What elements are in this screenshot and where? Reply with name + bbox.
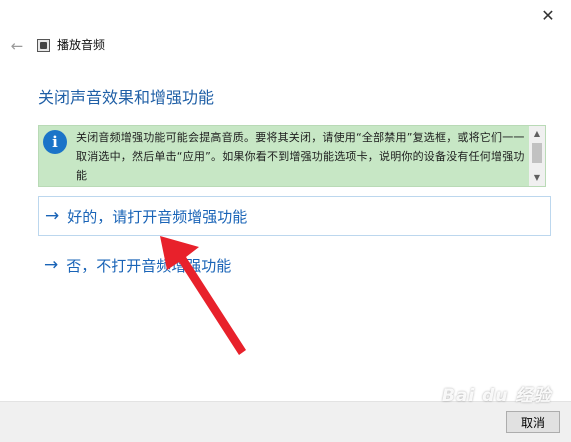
close-icon: ✕ xyxy=(541,5,555,25)
footer-bar: 取消 xyxy=(0,401,571,442)
option-label: 好的，请打开音频增强功能 xyxy=(67,207,248,226)
cancel-button[interactable]: 取消 xyxy=(506,411,560,433)
close-button[interactable]: ✕ xyxy=(525,0,571,30)
arrow-right-icon: → xyxy=(45,206,60,226)
option-enable-enhancements[interactable]: → 好的，请打开音频增强功能 xyxy=(38,196,551,236)
arrow-right-icon: → xyxy=(44,255,59,275)
page-heading: 关闭声音效果和增强功能 xyxy=(38,88,215,107)
audio-troubleshooter-icon xyxy=(37,39,50,52)
info-text: 关闭音频增强功能可能会提高音质。要将其关闭，请使用“全部禁用”复选框，或将它们一… xyxy=(76,131,525,182)
scroll-down-icon[interactable]: ▼ xyxy=(529,171,545,185)
scroll-thumb[interactable] xyxy=(532,143,542,163)
info-panel: i 关闭音频增强功能可能会提高音质。要将其关闭，请使用“全部禁用”复选框，或将它… xyxy=(38,125,546,187)
option-label: 否，不打开音频增强功能 xyxy=(66,256,232,275)
back-arrow-icon: ← xyxy=(10,37,24,55)
info-scrollbar[interactable]: ▲ ▼ xyxy=(529,126,545,186)
scroll-up-icon[interactable]: ▲ xyxy=(529,127,545,141)
window-title: 播放音频 xyxy=(57,38,106,52)
watermark-logo: Bai du 经验 xyxy=(442,386,552,406)
info-icon: i xyxy=(43,130,67,154)
back-button[interactable]: ← xyxy=(6,36,28,56)
option-disable-enhancements[interactable]: → 否，不打开音频增强功能 xyxy=(38,245,551,285)
